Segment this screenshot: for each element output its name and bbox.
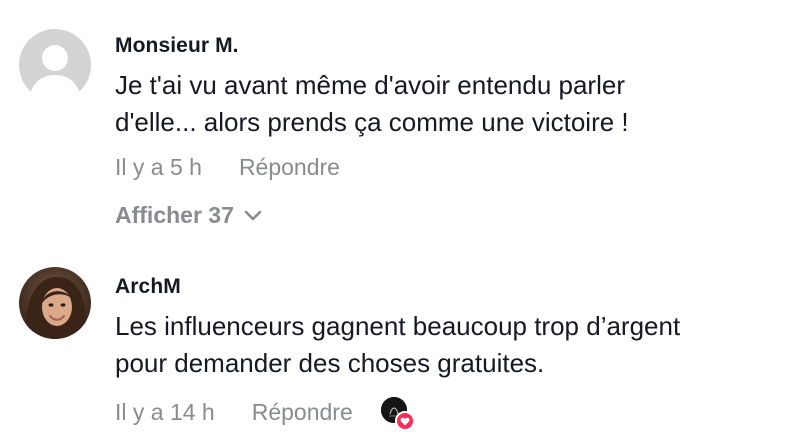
comment-timestamp: Il y a 5 h — [115, 154, 202, 180]
heart-icon — [394, 411, 415, 431]
comment-item: ArchM Les influenceurs gagnent beaucoup … — [0, 260, 792, 442]
reply-button[interactable]: Répondre — [239, 153, 340, 181]
chevron-down-icon — [244, 210, 262, 222]
comment-item: Monsieur M. Je t'ai vu avant même d'avoi… — [0, 0, 792, 200]
comment-timestamp: Il y a 14 h — [115, 399, 215, 425]
comment-meta: Il y a 5 h Répondre — [115, 153, 772, 181]
comment-text: Je t'ai vu avant même d'avoir entendu pa… — [115, 70, 629, 137]
view-replies-label: Afficher 37 — [115, 202, 234, 228]
comment-username[interactable]: Monsieur M. — [115, 33, 772, 59]
comment-text: Les influenceurs gagnent beaucoup trop d… — [115, 311, 681, 378]
default-user-avatar-icon — [19, 29, 91, 101]
view-replies-button[interactable]: Afficher 37 — [115, 202, 262, 229]
comment-username[interactable]: ArchM — [115, 274, 772, 300]
user-photo-avatar-icon — [19, 267, 91, 339]
user-avatar[interactable] — [19, 267, 91, 339]
creator-liked-badge — [380, 397, 415, 431]
reply-button[interactable]: Répondre — [252, 398, 353, 426]
default-avatar[interactable] — [19, 29, 91, 101]
comment-meta: Il y a 14 h Répondre — [115, 397, 772, 431]
